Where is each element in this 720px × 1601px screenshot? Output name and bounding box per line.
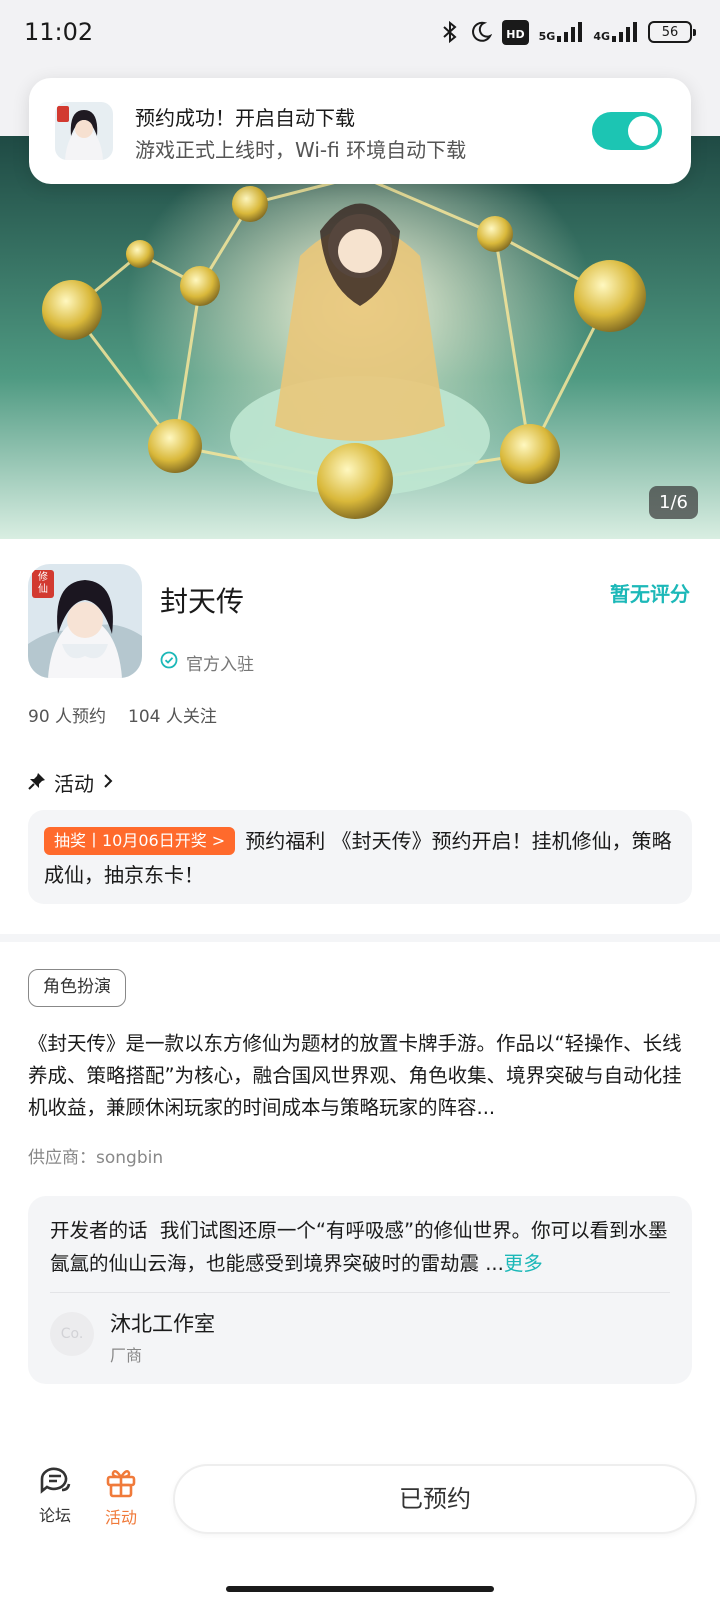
rating-status[interactable]: 暂无评分: [610, 578, 690, 607]
status-icons: HD 5G 4G 56: [440, 18, 696, 46]
reservation-toast[interactable]: 预约成功！开启自动下载 游戏正式上线时，Wi-fi 环境自动下载: [29, 78, 691, 184]
moon-icon: [470, 21, 493, 43]
gift-icon: [96, 1466, 146, 1498]
toggle-knob: [628, 116, 658, 146]
verified-check-icon: [160, 651, 178, 674]
toast-title: 预约成功！开启自动下载: [135, 106, 355, 130]
status-bar: 11:02 HD 5G 4G 56: [0, 0, 720, 64]
status-time: 11:02: [24, 18, 94, 46]
official-label: 官方入驻: [186, 655, 254, 675]
image-counter: 1/6: [649, 486, 698, 519]
auto-download-toggle[interactable]: [592, 112, 662, 150]
nav-forum[interactable]: 论坛: [30, 1466, 80, 1526]
nav-activity-label: 活动: [104, 1508, 137, 1527]
activity-card[interactable]: 抽奖丨10月06日开奖 > 预约福利 《封天传》预约开启！挂机修仙，策略成仙，抽京…: [28, 810, 692, 904]
home-indicator[interactable]: [226, 1586, 494, 1592]
activity-header[interactable]: 活动: [28, 768, 114, 797]
developer-words: 开发者的话 我们试图还原一个“有呼吸感”的修仙世界。你可以看到水墨氤氲的仙山云海…: [50, 1214, 670, 1280]
battery-level: 56: [661, 24, 679, 40]
signal-5g-icon: 5G: [539, 22, 584, 42]
bluetooth-icon: [440, 20, 460, 44]
studio-name[interactable]: 沐北工作室: [110, 1308, 215, 1338]
bottom-bar: 论坛 活动 已预约: [0, 1440, 720, 1601]
nav-forum-label: 论坛: [38, 1506, 71, 1525]
official-badge: 官方入驻: [160, 650, 254, 675]
game-title: 封天传: [160, 585, 245, 618]
activity-heading: 活动: [54, 772, 94, 796]
game-icon-badge: 修仙: [38, 572, 48, 595]
section-divider: [0, 934, 720, 942]
game-icon: 修仙: [28, 564, 142, 678]
battery-icon: 56: [648, 21, 696, 43]
toast-game-icon: [55, 102, 113, 160]
hd-icon: HD: [502, 19, 529, 45]
studio-avatar[interactable]: Co.: [50, 1312, 94, 1356]
reserved-button[interactable]: 已预约: [173, 1464, 697, 1534]
reservation-count: 90 人预约: [28, 707, 107, 727]
developer-words-label: 开发者的话: [50, 1219, 148, 1242]
developer-separator: [50, 1292, 670, 1293]
hero-artwork: [0, 136, 720, 539]
follower-count: 104 人关注: [128, 707, 217, 727]
nav-activity[interactable]: 活动: [96, 1466, 146, 1528]
signal-4g-icon: 4G: [593, 22, 638, 42]
toast-subtitle: 游戏正式上线时，Wi-fi 环境自动下载: [135, 138, 467, 162]
pin-icon: [28, 771, 46, 795]
genre-tag[interactable]: 角色扮演: [28, 969, 126, 1007]
studio-role: 厂商: [110, 1346, 143, 1365]
more-link[interactable]: 更多: [504, 1252, 543, 1275]
chevron-right-icon: [102, 771, 114, 795]
lottery-tag: 抽奖丨10月06日开奖 >: [44, 827, 236, 855]
supplier-label: 供应商：songbin: [28, 1148, 164, 1168]
developer-card[interactable]: 开发者的话 我们试图还原一个“有呼吸感”的修仙世界。你可以看到水墨氤氲的仙山云海…: [28, 1196, 692, 1384]
game-description[interactable]: 《封天传》是一款以东方修仙为题材的放置卡牌手游。作品以“轻操作、长线养成、策略搭…: [28, 1028, 692, 1124]
forum-icon: [30, 1466, 80, 1496]
game-stats: 90 人预约 104 人关注: [28, 702, 217, 727]
